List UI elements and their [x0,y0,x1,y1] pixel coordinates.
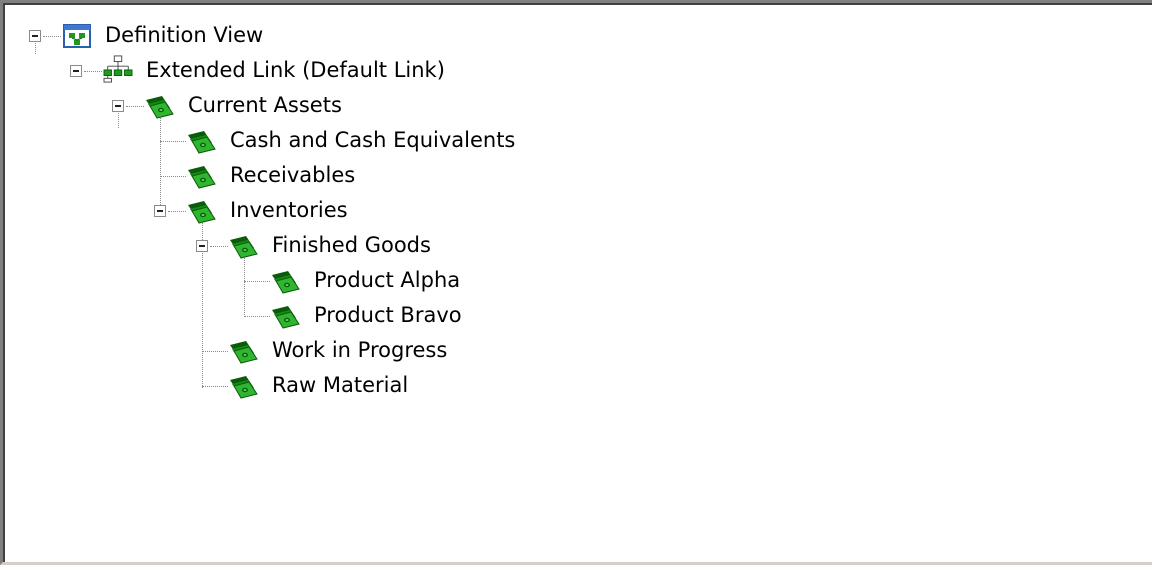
tree-node-label: Product Bravo [314,303,462,327]
definition-view-icon [61,21,91,49]
tree-node-label: Extended Link (Default Link) [146,58,445,82]
money-icon [228,337,260,365]
collapse-toggle[interactable] [112,100,124,112]
tree-node-label: Raw Material [272,373,409,397]
tree-view[interactable]: Definition View Extended Link (Default L… [0,0,1152,565]
money-icon [228,372,260,400]
tree-node-label: Work in Progress [272,338,448,362]
tree-node-label: Finished Goods [272,233,431,257]
collapse-toggle[interactable] [70,65,82,77]
money-icon [186,127,218,155]
collapse-toggle[interactable] [154,205,166,217]
tree-node-label: Definition View [105,23,264,47]
money-icon [186,162,218,190]
tree-node-label: Cash and Cash Equivalents [230,128,516,152]
tree-node-label: Receivables [230,163,356,187]
tree-node-label: Current Assets [188,93,342,117]
money-icon [144,92,176,120]
money-icon [228,232,260,260]
link-network-icon [102,55,136,85]
collapse-toggle[interactable] [196,240,208,252]
tree-node-label: Product Alpha [314,268,461,292]
tree-node-label: Inventories [230,198,348,222]
money-icon [270,267,302,295]
money-icon [186,197,218,225]
money-icon [270,302,302,330]
collapse-toggle[interactable] [29,30,41,42]
